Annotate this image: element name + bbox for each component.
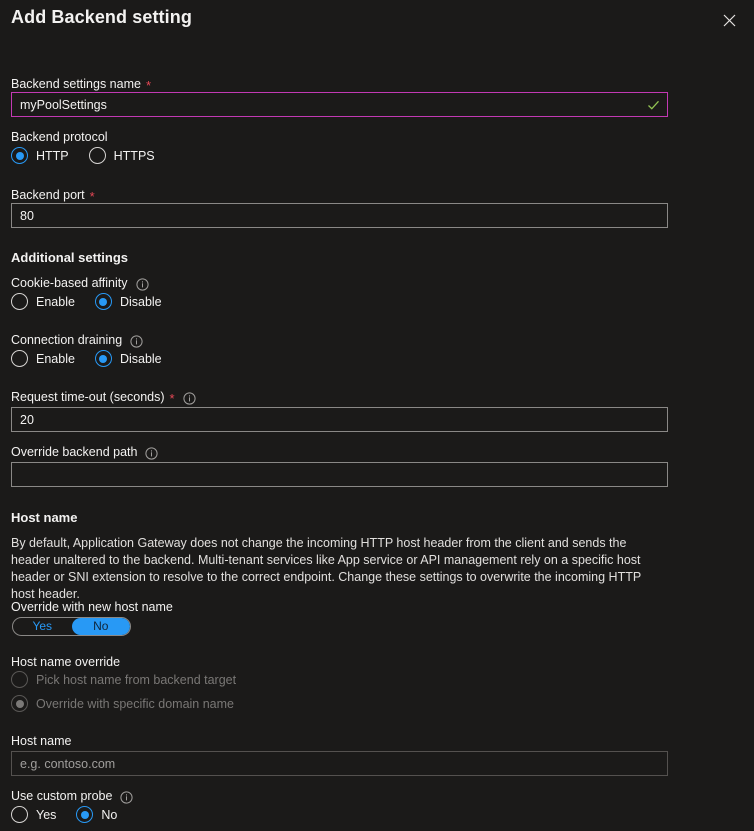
use-custom-probe-label: Use custom probe [11, 788, 133, 804]
host-name-override-radio-group: Pick host name from backend target Overr… [11, 671, 256, 712]
host-name-section-description: By default, Application Gateway does not… [11, 535, 649, 603]
info-icon[interactable] [183, 392, 196, 405]
backend-protocol-label-text: Backend protocol [11, 129, 108, 145]
radio-label: No [101, 808, 117, 822]
radio-indicator [11, 147, 28, 164]
info-icon[interactable] [145, 447, 158, 460]
required-asterisk: * [146, 81, 151, 91]
radio-label: Pick host name from backend target [36, 673, 236, 687]
request-timeout-input[interactable] [11, 407, 668, 432]
cookie-based-affinity-label: Cookie-based affinity [11, 275, 149, 291]
radio-indicator [11, 806, 28, 823]
radio-label: Enable [36, 295, 75, 309]
radio-label: Enable [36, 352, 75, 366]
override-backend-path-field-wrap [11, 462, 668, 487]
override-with-new-host-name-toggle[interactable]: Yes No [12, 617, 131, 636]
cookie-based-affinity-label-text: Cookie-based affinity [11, 275, 128, 291]
radio-indicator [76, 806, 93, 823]
backend-protocol-label: Backend protocol [11, 129, 108, 145]
radio-label: HTTP [36, 149, 69, 163]
connection-draining-radio-group: Enable Disable [11, 350, 162, 367]
host-name-label: Host name [11, 733, 71, 749]
radio-option-enable[interactable]: Enable [11, 350, 75, 367]
close-icon[interactable] [718, 9, 740, 31]
info-icon[interactable] [130, 335, 143, 348]
backend-port-label-text: Backend port [11, 187, 85, 203]
connection-draining-label: Connection draining [11, 332, 143, 348]
host-name-override-label-text: Host name override [11, 654, 120, 670]
radio-option-https[interactable]: HTTPS [89, 147, 155, 164]
backend-port-input[interactable] [11, 203, 668, 228]
radio-indicator [95, 350, 112, 367]
override-backend-path-input[interactable] [11, 462, 668, 487]
toggle-option-yes[interactable]: Yes [13, 618, 72, 635]
use-custom-probe-label-text: Use custom probe [11, 788, 112, 804]
use-custom-probe-radio-group: Yes No [11, 806, 117, 823]
radio-label: HTTPS [114, 149, 155, 163]
override-backend-path-label-text: Override backend path [11, 444, 137, 460]
radio-option-yes[interactable]: Yes [11, 806, 56, 823]
host-name-override-label: Host name override [11, 654, 120, 670]
radio-indicator [89, 147, 106, 164]
backend-port-label: Backend port * [11, 187, 95, 203]
toggle-option-no[interactable]: No [72, 618, 131, 635]
override-with-new-host-name-label-text: Override with new host name [11, 599, 173, 615]
backend-settings-name-input[interactable] [11, 92, 668, 117]
radio-option-override-with-specific-domain-name: Override with specific domain name [11, 695, 256, 712]
backend-settings-name-label-text: Backend settings name [11, 76, 141, 92]
backend-port-field-wrap [11, 203, 668, 228]
backend-settings-name-label: Backend settings name * [11, 76, 151, 92]
radio-option-disable[interactable]: Disable [95, 293, 162, 310]
required-asterisk: * [170, 394, 175, 404]
request-timeout-label-text: Request time-out (seconds) [11, 389, 165, 405]
info-icon[interactable] [136, 278, 149, 291]
additional-settings-heading: Additional settings [11, 250, 128, 265]
radio-indicator [95, 293, 112, 310]
backend-protocol-radio-group: HTTP HTTPS [11, 147, 155, 164]
cookie-based-affinity-radio-group: Enable Disable [11, 293, 162, 310]
add-backend-setting-panel: Add Backend setting Backend settings nam… [0, 0, 754, 831]
radio-indicator [11, 695, 28, 712]
radio-option-enable[interactable]: Enable [11, 293, 75, 310]
radio-label: Override with specific domain name [36, 697, 234, 711]
radio-option-pick-host-name-from-backend-target: Pick host name from backend target [11, 671, 236, 688]
backend-settings-name-field-wrap [11, 92, 668, 117]
host-name-field-wrap [11, 751, 668, 776]
info-icon[interactable] [120, 791, 133, 804]
radio-option-http[interactable]: HTTP [11, 147, 69, 164]
radio-option-no[interactable]: No [76, 806, 117, 823]
radio-option-disable[interactable]: Disable [95, 350, 162, 367]
radio-label: Disable [120, 352, 162, 366]
host-name-input[interactable] [11, 751, 668, 776]
host-name-label-text: Host name [11, 733, 71, 749]
override-backend-path-label: Override backend path [11, 444, 158, 460]
radio-indicator [11, 671, 28, 688]
radio-indicator [11, 293, 28, 310]
override-with-new-host-name-label: Override with new host name [11, 599, 173, 615]
radio-label: Yes [36, 808, 56, 822]
request-timeout-label: Request time-out (seconds) * [11, 389, 196, 405]
radio-indicator [11, 350, 28, 367]
request-timeout-field-wrap [11, 407, 668, 432]
radio-label: Disable [120, 295, 162, 309]
required-asterisk: * [90, 192, 95, 202]
page-title: Add Backend setting [11, 7, 192, 28]
connection-draining-label-text: Connection draining [11, 332, 122, 348]
host-name-section-heading: Host name [11, 510, 77, 525]
